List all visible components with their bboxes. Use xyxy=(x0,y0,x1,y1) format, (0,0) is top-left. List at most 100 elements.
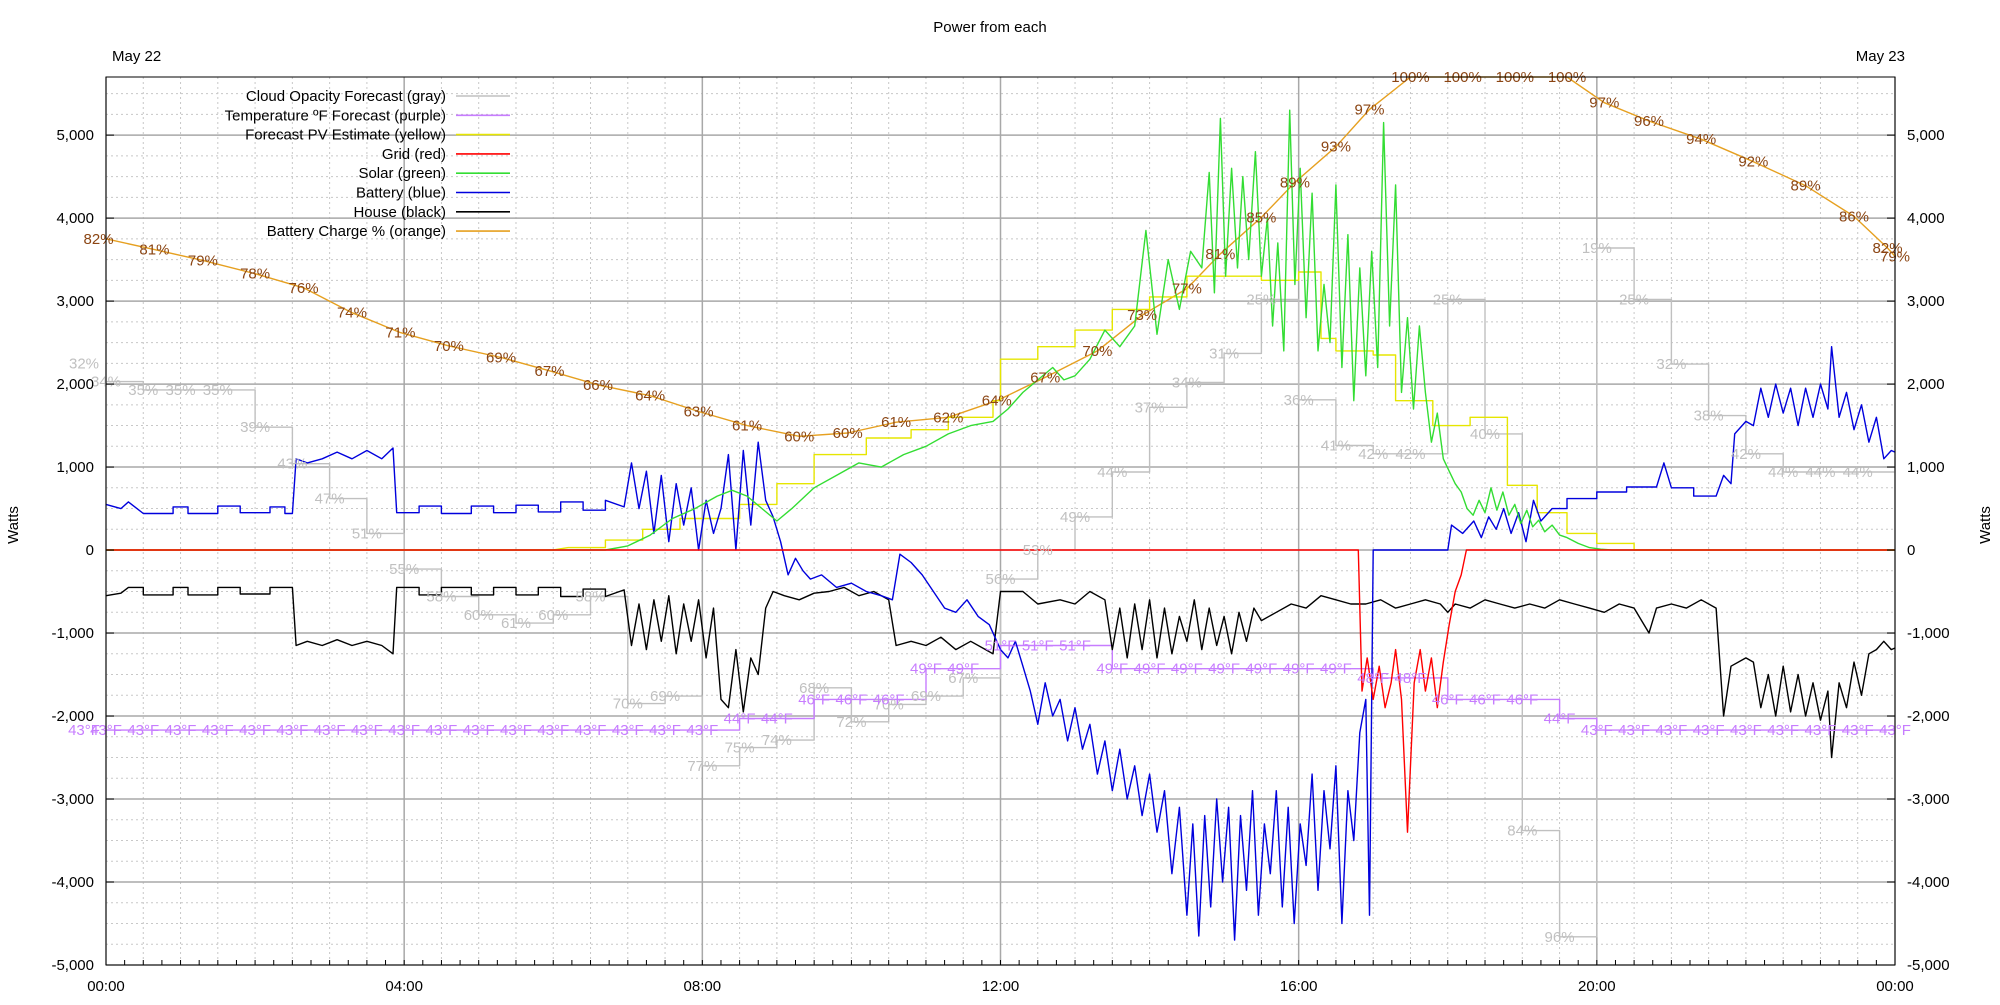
legend-entry-label: Solar (green) xyxy=(358,165,446,182)
y-tick-label-left: -2,000 xyxy=(51,708,94,725)
data-label: 25% xyxy=(1246,291,1276,308)
data-label: 43°F xyxy=(1655,722,1687,739)
data-label: 61% xyxy=(501,615,531,632)
data-label: 43°F xyxy=(1842,722,1874,739)
data-label: 43°F xyxy=(1805,722,1837,739)
data-label: 93% xyxy=(1321,139,1351,156)
y-tick-label-right: -3,000 xyxy=(1907,791,1950,808)
data-label: 62% xyxy=(933,409,963,426)
y-tick-label-left: 2,000 xyxy=(56,376,94,393)
data-label: 32% xyxy=(1656,356,1686,373)
legend-entry-label: Grid (red) xyxy=(382,146,446,163)
data-label: 43°F xyxy=(1767,722,1799,739)
data-label: 55% xyxy=(389,561,419,578)
y-tick-label-left: -4,000 xyxy=(51,874,94,891)
y-tick-label-right: 1,000 xyxy=(1907,459,1945,476)
legend: Cloud Opacity Forecast (gray) Temperature… xyxy=(225,88,510,240)
data-label: 36% xyxy=(1284,392,1314,409)
data-label: 49°F xyxy=(910,661,942,678)
data-label: 61% xyxy=(732,418,762,435)
data-label: 76% xyxy=(289,280,319,297)
data-label: 31% xyxy=(1209,345,1239,362)
data-label: 46°F xyxy=(835,691,867,708)
data-label: 43°F xyxy=(612,722,644,739)
data-label: 40% xyxy=(1470,426,1500,443)
data-label: 43°F xyxy=(649,722,681,739)
data-label: 47% xyxy=(315,491,345,508)
date-right-label: May 23 xyxy=(1856,48,1905,65)
data-label: 43°F xyxy=(537,722,569,739)
y-tick-label-left: 1,000 xyxy=(56,459,94,476)
chart-canvas: 32% 34% 35% 35% 35% 39% 43% 47% 51% 55% 58% 60% 61% 6… xyxy=(5,19,1994,995)
data-label: 43°F xyxy=(276,722,308,739)
data-label: 67% xyxy=(535,363,565,380)
data-label: 70% xyxy=(434,338,464,355)
data-label: 89% xyxy=(1791,178,1821,195)
data-label: 49°F xyxy=(1096,661,1128,678)
data-label: 96% xyxy=(1545,929,1575,946)
data-label: 46°F xyxy=(1469,691,1501,708)
y-tick-label-right: 2,000 xyxy=(1907,376,1945,393)
data-label: 43°F xyxy=(1730,722,1762,739)
data-label: 25% xyxy=(1619,291,1649,308)
data-label: 86% xyxy=(1839,208,1869,225)
data-label: 37% xyxy=(1135,399,1165,416)
data-label: 78% xyxy=(240,266,270,283)
chart-title: Power from each xyxy=(933,19,1046,36)
data-label: 58% xyxy=(576,589,606,606)
data-label: 51°F xyxy=(1022,637,1054,654)
data-label: 25% xyxy=(1433,291,1463,308)
data-label: 42% xyxy=(1731,446,1761,463)
data-label: 49°F xyxy=(1245,661,1277,678)
data-label: 84% xyxy=(1507,823,1537,840)
y-tick-label-left: 4,000 xyxy=(56,210,94,227)
data-label: 32% xyxy=(69,355,99,372)
data-label: 74% xyxy=(762,732,792,749)
y-tick-label-left: 3,000 xyxy=(56,293,94,310)
legend-entry-label: Battery Charge % (orange) xyxy=(267,223,446,240)
data-label: 60% xyxy=(784,428,814,445)
power-chart: 32% 34% 35% 35% 35% 39% 43% 47% 51% 55% 58% 60% 61% 6… xyxy=(0,0,2000,1000)
data-label: 70% xyxy=(1082,343,1112,360)
data-label: 77% xyxy=(687,758,717,775)
data-label: 85% xyxy=(1246,209,1276,226)
data-label: 49°F xyxy=(1134,661,1166,678)
data-label: 48°F xyxy=(1395,670,1427,687)
data-label: 70% xyxy=(613,696,643,713)
date-left-label: May 22 xyxy=(112,48,161,65)
data-label: 46°F xyxy=(1506,691,1538,708)
data-label: 97% xyxy=(1589,95,1619,112)
data-label: 49°F xyxy=(1171,661,1203,678)
data-label: 44°F xyxy=(1544,711,1576,728)
data-label: 46°F xyxy=(1432,691,1464,708)
data-label: 77% xyxy=(1172,281,1202,298)
data-label: 35% xyxy=(128,382,158,399)
data-label: 44% xyxy=(1805,464,1835,481)
data-label: 39% xyxy=(240,419,270,436)
data-label: 97% xyxy=(1354,101,1384,118)
data-label: 44°F xyxy=(724,711,756,728)
data-label: 43% xyxy=(277,456,307,473)
y-tick-label-left: -1,000 xyxy=(51,625,94,642)
y-tick-label-right: -4,000 xyxy=(1907,874,1950,891)
legend-entry-label: Cloud Opacity Forecast (gray) xyxy=(246,88,446,105)
data-label: 51°F xyxy=(985,637,1017,654)
data-label: 42% xyxy=(1358,446,1388,463)
data-label: 44% xyxy=(1768,464,1798,481)
data-label: 67% xyxy=(1030,369,1060,386)
data-label: 60% xyxy=(538,607,568,624)
data-label: 51% xyxy=(352,525,382,542)
data-label: 60% xyxy=(833,425,863,442)
data-label: 46°F xyxy=(873,691,905,708)
data-label: 71% xyxy=(385,325,415,342)
legend-entry-label: Temperature ºF Forecast (purple) xyxy=(225,107,446,124)
x-tick-label: 20:00 xyxy=(1578,978,1616,995)
y-tick-label-left: -5,000 xyxy=(51,957,94,974)
data-label: 43°F xyxy=(239,722,271,739)
data-label: 74% xyxy=(337,305,367,322)
data-label: 49% xyxy=(1060,509,1090,526)
data-label: 49°F xyxy=(947,661,979,678)
x-tick-label: 00:00 xyxy=(87,978,125,995)
data-label: 43°F xyxy=(1581,722,1613,739)
data-label: 43°F xyxy=(165,722,197,739)
